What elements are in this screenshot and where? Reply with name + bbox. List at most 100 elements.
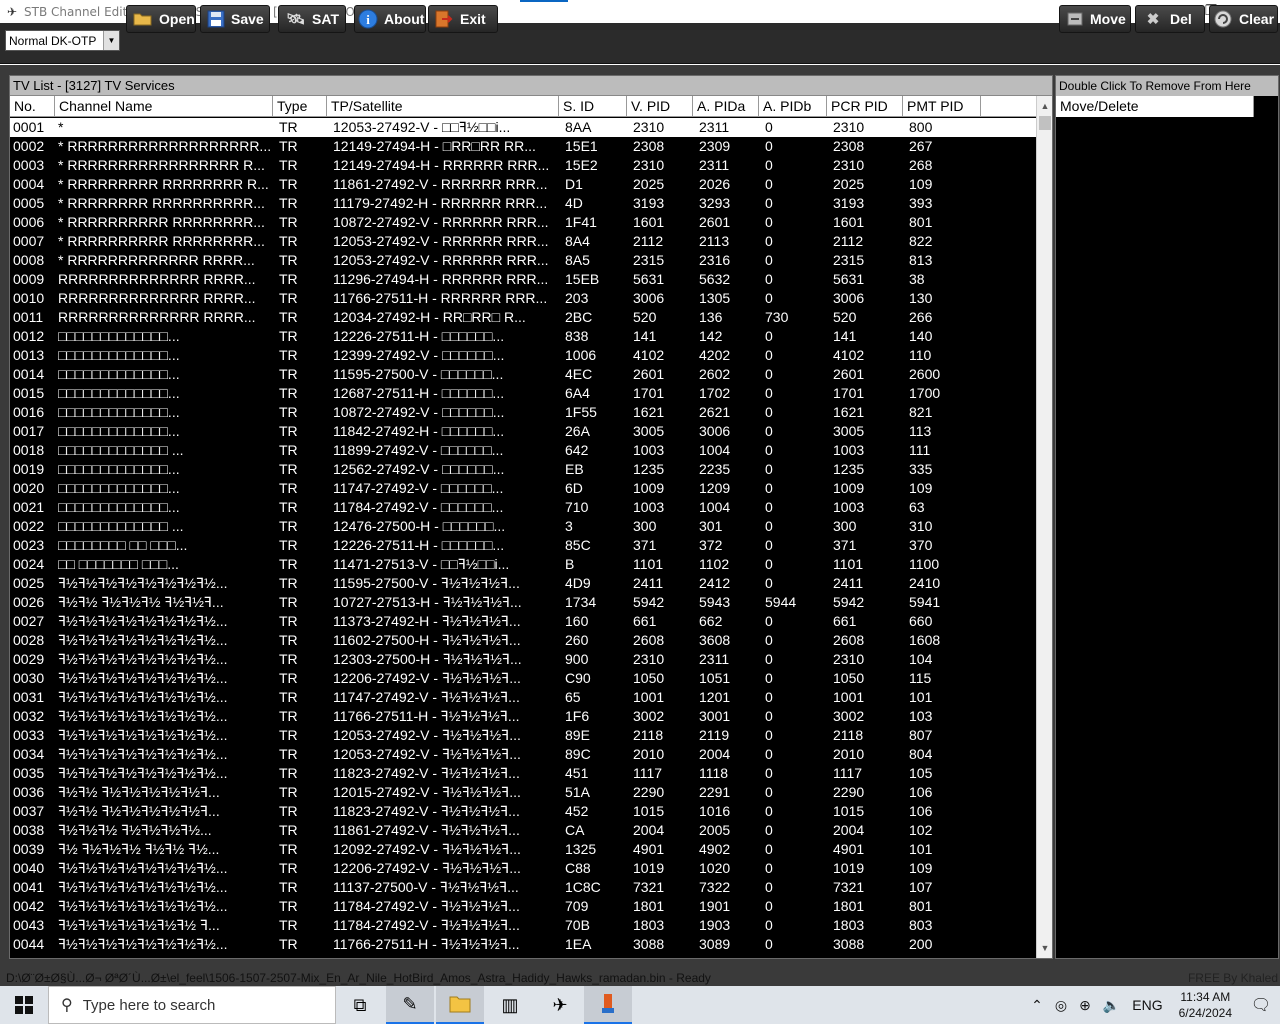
table-row[interactable]: 0026 ꟻ½ꟻ½ ꟻ½ꟻ½ꟻ½ ꟻ½ꟻ½ꟻ... TR 10727-27513-H … bbox=[10, 593, 1038, 612]
vertical-scrollbar[interactable]: ▲ ▼ bbox=[1036, 96, 1052, 958]
table-row[interactable]: 0041 ꟻ½ꟻ½ꟻ½ꟻ½ꟻ½ꟻ½ꟻ½ꟻ½... TR 11137-27500-V -… bbox=[10, 878, 1038, 897]
table-row[interactable]: 0040 ꟻ½ꟻ½ꟻ½ꟻ½ꟻ½ꟻ½ꟻ½ꟻ½... TR 12206-27492-V -… bbox=[10, 859, 1038, 878]
cell-no: 0009 bbox=[13, 271, 45, 287]
clock[interactable]: 11:34 AM 6/24/2024 bbox=[1179, 989, 1232, 1021]
taskbar-search-input[interactable]: ⚲ Type here to search bbox=[48, 986, 336, 1024]
table-row[interactable]: 0027 ꟻ½ꟻ½ꟻ½ꟻ½ꟻ½ꟻ½ꟻ½ꟻ½... TR 11373-27492-H -… bbox=[10, 612, 1038, 631]
table-row[interactable]: 0009 RRRRRRRRRRRRRR RRRR... TR 11296-27494-… bbox=[10, 270, 1038, 289]
column-header-move-delete[interactable]: Move/Delete bbox=[1056, 96, 1254, 117]
task-view-icon[interactable]: ⧉ bbox=[336, 986, 384, 1024]
table-row[interactable]: 0044 ꟻ½ꟻ½ꟻ½ꟻ½ꟻ½ꟻ½ꟻ½ꟻ½... TR 11766-27511-H -… bbox=[10, 935, 1038, 954]
table-row[interactable]: 0031 ꟻ½ꟻ½ꟻ½ꟻ½ꟻ½ꟻ½ꟻ½ꟻ½... TR 11747-27492-V -… bbox=[10, 688, 1038, 707]
cell-apidb: 0 bbox=[765, 917, 773, 933]
column-header-no[interactable]: No. bbox=[10, 96, 55, 117]
column-header-sid[interactable]: S. ID bbox=[559, 96, 627, 117]
table-row[interactable]: 0029 ꟻ½ꟻ½ꟻ½ꟻ½ꟻ½ꟻ½ꟻ½ꟻ½... TR 12303-27500-H -… bbox=[10, 650, 1038, 669]
cell-pmt-pid: 813 bbox=[909, 252, 933, 268]
taskbar-app-pen-icon[interactable]: ✎ bbox=[386, 986, 434, 1024]
cell-pcr-pid: 1003 bbox=[833, 499, 865, 515]
table-row[interactable]: 0005 * RRRRRRRR RRRRRRRRRR... TR 11179-2749… bbox=[10, 194, 1038, 213]
cell-type: TR bbox=[279, 119, 298, 135]
cell-apida: 5632 bbox=[699, 271, 731, 287]
table-row[interactable]: 0017 □□□□□□□□□□□□□... TR 11842-27492-H - □□… bbox=[10, 422, 1038, 441]
table-row[interactable]: 0013 □□□□□□□□□□□□□... TR 12399-27492-V - □□… bbox=[10, 346, 1038, 365]
move-button[interactable]: Move bbox=[1059, 5, 1131, 33]
clear-button[interactable]: Clear bbox=[1209, 5, 1278, 33]
cell-sid: 452 bbox=[565, 803, 589, 819]
table-row[interactable]: 0004 * RRRRRRRRR RRRRRRRR R... TR 11861-274… bbox=[10, 175, 1038, 194]
table-row[interactable]: 0030 ꟻ½ꟻ½ꟻ½ꟻ½ꟻ½ꟻ½ꟻ½ꟻ½... TR 12206-27492-V -… bbox=[10, 669, 1038, 688]
table-row[interactable]: 0042 ꟻ½ꟻ½ꟻ½ꟻ½ꟻ½ꟻ½ꟻ½ꟻ½... TR 11784-27492-V -… bbox=[10, 897, 1038, 916]
folder-icon bbox=[133, 9, 153, 29]
table-row[interactable]: 0038 ꟻ½ꟻ½ꟻ½ ꟻ½ꟻ½ꟻ½ꟻ½... TR 11861-27492-V - … bbox=[10, 821, 1038, 840]
cell-sid: 1734 bbox=[565, 594, 597, 610]
cell-pmt-pid: 266 bbox=[909, 309, 933, 325]
table-row[interactable]: 0020 □□□□□□□□□□□□□... TR 11747-27492-V - □□… bbox=[10, 479, 1038, 498]
table-row[interactable]: 0024 □□ □□□□□□□ □□□... TR 11471-27513-V - □… bbox=[10, 555, 1038, 574]
taskbar-app-stb-editor-icon[interactable] bbox=[584, 986, 632, 1024]
language-indicator[interactable]: ENG bbox=[1132, 997, 1162, 1013]
table-row[interactable]: 0008 * RRRRRRRRRRRRR RRRR... TR 12053-27492… bbox=[10, 251, 1038, 270]
table-row[interactable]: 0032 ꟻ½ꟻ½ꟻ½ꟻ½ꟻ½ꟻ½ꟻ½ꟻ½... TR 11766-27511-H -… bbox=[10, 707, 1038, 726]
webcam-icon[interactable]: ◎ bbox=[1055, 997, 1067, 1014]
table-row[interactable]: 0007 * RRRRRRRRRR RRRRRRRR... TR 12053-2749… bbox=[10, 232, 1038, 251]
notification-icon[interactable]: 🗨 bbox=[1242, 995, 1280, 1015]
about-button[interactable]: i About bbox=[354, 5, 426, 33]
column-header-apidb[interactable]: A. PIDb bbox=[759, 96, 827, 117]
table-row[interactable]: 0018 □□□□□□□□□□□□□ ... TR 11899-27492-V - □… bbox=[10, 441, 1038, 460]
cell-pcr-pid: 2112 bbox=[833, 233, 864, 249]
volume-icon[interactable]: 🔈 bbox=[1103, 997, 1120, 1014]
sat-button[interactable]: 🛰 SAT bbox=[278, 5, 346, 33]
table-row[interactable]: 0001 * TR 12053-27492-V - □□ꟻ½□□i... 8AA 2310… bbox=[10, 118, 1038, 137]
mode-select[interactable]: Normal DK-OTP ▼ bbox=[5, 30, 120, 51]
network-icon[interactable]: ⊕ bbox=[1079, 997, 1091, 1014]
cell-vpid: 1801 bbox=[633, 898, 665, 914]
column-header-pmt-pid[interactable]: PMT PID bbox=[903, 96, 981, 117]
column-header-apida[interactable]: A. PIDa bbox=[693, 96, 759, 117]
column-header-tp-satellite[interactable]: TP/Satellite bbox=[327, 96, 559, 117]
cell-pcr-pid: 1101 bbox=[833, 556, 864, 572]
taskbar-app-notes-icon[interactable]: ▥ bbox=[486, 986, 534, 1024]
windows-start-icon[interactable] bbox=[0, 986, 48, 1024]
cell-pmt-pid: 267 bbox=[909, 138, 933, 154]
table-row[interactable]: 0034 ꟻ½ꟻ½ꟻ½ꟻ½ꟻ½ꟻ½ꟻ½ꟻ½... TR 12053-27492-V -… bbox=[10, 745, 1038, 764]
scroll-down-icon[interactable]: ▼ bbox=[1037, 940, 1053, 956]
column-header-type[interactable]: Type bbox=[273, 96, 327, 117]
table-row[interactable]: 0035 ꟻ½ꟻ½ꟻ½ꟻ½ꟻ½ꟻ½ꟻ½ꟻ½... TR 11823-27492-V -… bbox=[10, 764, 1038, 783]
taskbar-app-satellite-icon[interactable]: ✈ bbox=[536, 986, 584, 1024]
table-row[interactable]: 0023 □□□□□□□□ □□ □□□... TR 12226-27511-H - … bbox=[10, 536, 1038, 555]
table-row[interactable]: 0002 * RRRRRRRRRRRRRRRRRRR... TR 12149-2749… bbox=[10, 137, 1038, 156]
file-explorer-icon[interactable] bbox=[436, 986, 484, 1024]
table-row[interactable]: 0037 ꟻ½ꟻ½ ꟻ½ꟻ½ꟻ½ꟻ½ꟻ½ꟻ... TR 11823-27492-V -… bbox=[10, 802, 1038, 821]
table-row[interactable]: 0011 RRRRRRRRRRRRRR RRRR... TR 12034-27492-… bbox=[10, 308, 1038, 327]
table-row[interactable]: 0036 ꟻ½ꟻ½ ꟻ½ꟻ½ꟻ½ꟻ½ꟻ½ꟻ... TR 12015-27492-V -… bbox=[10, 783, 1038, 802]
save-button[interactable]: Save bbox=[200, 5, 270, 33]
table-row[interactable]: 0022 □□□□□□□□□□□□□ ... TR 12476-27500-H - □… bbox=[10, 517, 1038, 536]
column-header-channel-name[interactable]: Channel Name bbox=[55, 96, 273, 117]
scroll-thumb[interactable] bbox=[1039, 116, 1051, 130]
cell-pcr-pid: 2004 bbox=[833, 822, 865, 838]
table-row[interactable]: 0014 □□□□□□□□□□□□□... TR 11595-27500-V - □□… bbox=[10, 365, 1038, 384]
table-row[interactable]: 0015 □□□□□□□□□□□□□... TR 12687-27511-H - □□… bbox=[10, 384, 1038, 403]
column-header-vpid[interactable]: V. PID bbox=[627, 96, 693, 117]
chevron-up-icon[interactable]: ⌃ bbox=[1031, 997, 1043, 1014]
table-row[interactable]: 0010 RRRRRRRRRRRRRR RRRR... TR 11766-27511-… bbox=[10, 289, 1038, 308]
table-row[interactable]: 0033 ꟻ½ꟻ½ꟻ½ꟻ½ꟻ½ꟻ½ꟻ½ꟻ½... TR 12053-27492-V -… bbox=[10, 726, 1038, 745]
column-header-pcr-pid[interactable]: PCR PID bbox=[827, 96, 903, 117]
table-row[interactable]: 0006 * RRRRRRRRRR RRRRRRRR... TR 10872-2749… bbox=[10, 213, 1038, 232]
table-row[interactable]: 0019 □□□□□□□□□□□□□... TR 12562-27492-V - □□… bbox=[10, 460, 1038, 479]
table-row[interactable]: 0012 □□□□□□□□□□□□□... TR 12226-27511-H - □□… bbox=[10, 327, 1038, 346]
table-row[interactable]: 0025 ꟻ½ꟻ½ꟻ½ꟻ½ꟻ½ꟻ½ꟻ½ꟻ½... TR 11595-27500-V -… bbox=[10, 574, 1038, 593]
cell-apida: 1051 bbox=[699, 670, 731, 686]
table-row[interactable]: 0003 * RRRRRRRRRRRRRRRRR R... TR 12149-2749… bbox=[10, 156, 1038, 175]
del-button[interactable]: ✖ Del bbox=[1135, 5, 1205, 33]
table-row[interactable]: 0043 ꟻ½ꟻ½ꟻ½ꟻ½ꟻ½ꟻ½ꟻ½ ꟻ... TR 11784-27492-V -… bbox=[10, 916, 1038, 935]
scroll-up-icon[interactable]: ▲ bbox=[1037, 98, 1053, 114]
open-button[interactable]: Open bbox=[126, 5, 196, 33]
table-row[interactable]: 0028 ꟻ½ꟻ½ꟻ½ꟻ½ꟻ½ꟻ½ꟻ½ꟻ½... TR 11602-27500-H -… bbox=[10, 631, 1038, 650]
table-row[interactable]: 0039 ꟻ½ ꟻ½ꟻ½ꟻ½ ꟻ½ꟻ½ ꟻ½... TR 12092-27492-V … bbox=[10, 840, 1038, 859]
exit-button[interactable]: Exit bbox=[428, 5, 498, 33]
table-row[interactable]: 0016 □□□□□□□□□□□□□... TR 10872-27492-V - □□… bbox=[10, 403, 1038, 422]
chevron-down-icon[interactable]: ▼ bbox=[103, 31, 119, 50]
table-row[interactable]: 0021 □□□□□□□□□□□□□... TR 11784-27492-V - □□… bbox=[10, 498, 1038, 517]
